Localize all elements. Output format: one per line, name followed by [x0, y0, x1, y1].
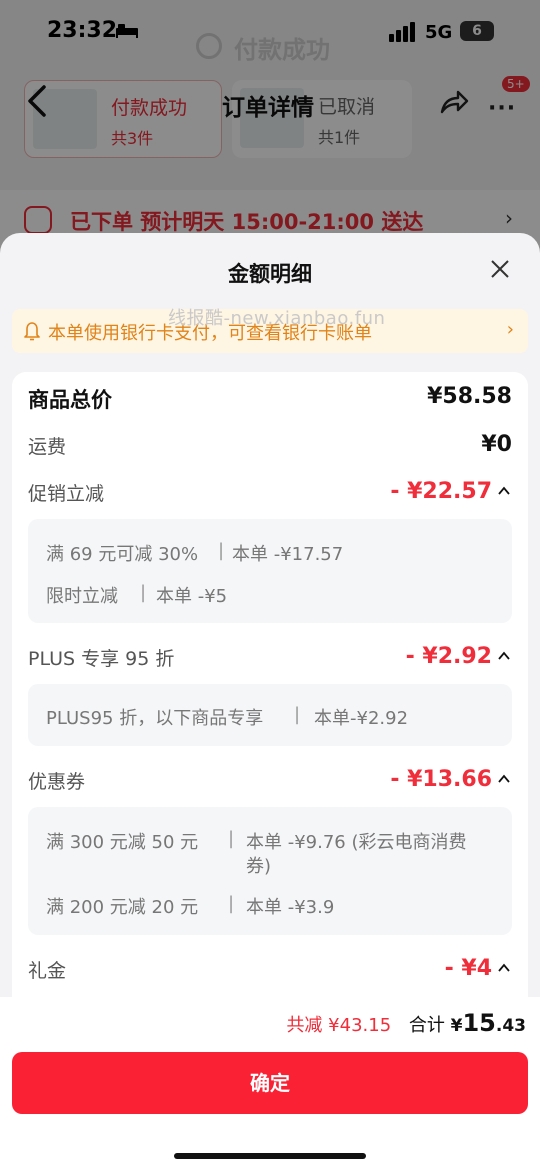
chevron-up-icon [498, 774, 510, 783]
total-reduced: 共减 ¥43.15 [286, 1015, 392, 1036]
coupon-detail-name: 满 200 元减 20 元 [46, 897, 199, 918]
promo-value: - ¥22.57 [390, 479, 492, 504]
sheet-title: 金额明细 [228, 262, 312, 286]
chevron-up-icon [498, 486, 510, 495]
footer-bar: 共减 ¥43.15 合计 ¥15.43 确定 [0, 997, 540, 1168]
plus-detail-box: PLUS95 折，以下商品专享 本单-¥2.92 | [28, 684, 512, 746]
promo-detail-amount: 本单 -¥17.57 [232, 544, 344, 565]
coupon-detail-line: 满 200 元减 20 元 | 本单 -¥3.9 [46, 893, 334, 919]
close-icon[interactable] [490, 259, 510, 279]
plus-detail-line: PLUS95 折，以下商品专享 本单-¥2.92 | [46, 704, 408, 730]
separator: | [228, 893, 235, 914]
promo-label: 促销立减 [28, 483, 105, 505]
total-summary: 共减 ¥43.15 合计 ¥15.43 [286, 1009, 526, 1037]
goods-total-label: 商品总价 [28, 388, 112, 412]
chevron-up-icon [498, 651, 510, 660]
coupon-row[interactable]: 优惠券 - ¥13.66 [28, 767, 512, 801]
separator: | [140, 582, 147, 603]
coupon-detail-amount: 本单 -¥3.9 [246, 897, 335, 918]
promo-detail-name: 限时立减 [46, 586, 118, 607]
shipping-value: ¥0 [481, 432, 512, 457]
currency-symbol: ¥ [450, 1016, 463, 1036]
bell-icon [24, 322, 40, 341]
promo-detail-line: 满 69 元可减 30% 本单 -¥17.57 | [46, 540, 343, 566]
shipping-row: 运费 ¥0 [28, 432, 512, 466]
separator: | [218, 540, 225, 561]
coupon-label: 优惠券 [28, 771, 86, 793]
amount-detail-card: 商品总价 ¥58.58 运费 ¥0 促销立减 - ¥22.57 满 69 元可减… [12, 372, 528, 1012]
gift-row[interactable]: 礼金 - ¥4 [28, 956, 512, 990]
confirm-button[interactable]: 确定 [12, 1052, 528, 1114]
plus-row[interactable]: PLUS 专享 95 折 - ¥2.92 [28, 644, 512, 678]
promo-detail-line: 限时立减 本单 -¥5 | [46, 582, 227, 608]
coupon-value: - ¥13.66 [390, 767, 492, 792]
separator: | [294, 704, 301, 725]
gift-label: 礼金 [28, 960, 67, 982]
coupon-detail-name: 满 300 元减 50 元 [46, 832, 199, 853]
separator: | [228, 828, 235, 849]
watermark: 线报酷-new.xianbao.fun [168, 308, 386, 329]
coupon-detail-amount-cont: 券) [246, 856, 272, 877]
promo-row[interactable]: 促销立减 - ¥22.57 [28, 479, 512, 513]
coupon-detail-amount: 本单 -¥9.76 (彩云电商消费 [246, 832, 467, 853]
chevron-right-icon: › [506, 319, 514, 340]
chevron-up-icon [498, 963, 510, 972]
coupon-detail-line: 满 300 元减 50 元 | 本单 -¥9.76 (彩云电商消费 券) [46, 828, 506, 877]
plus-value: - ¥2.92 [405, 644, 492, 669]
total-decimal: .43 [495, 1016, 526, 1036]
coupon-detail-box: 满 300 元减 50 元 | 本单 -¥9.76 (彩云电商消费 券) 满 2… [28, 807, 512, 935]
promo-detail-name: 满 69 元可减 30% [46, 544, 199, 565]
home-indicator [174, 1153, 366, 1159]
total-integer: 15 [462, 1009, 496, 1037]
promo-detail-box: 满 69 元可减 30% 本单 -¥17.57 | 限时立减 本单 -¥5 | [28, 519, 512, 623]
plus-detail-amount: 本单-¥2.92 [314, 708, 409, 729]
plus-detail-name: PLUS95 折，以下商品专享 [46, 708, 264, 729]
shipping-label: 运费 [28, 436, 67, 458]
promo-detail-amount: 本单 -¥5 [156, 586, 228, 607]
plus-label: PLUS 专享 95 折 [28, 648, 175, 670]
goods-total-value: ¥58.58 [427, 384, 512, 409]
goods-total-row: 商品总价 ¥58.58 [28, 384, 512, 418]
total-label: 合计 [408, 1015, 445, 1036]
gift-value: - ¥4 [444, 956, 492, 981]
